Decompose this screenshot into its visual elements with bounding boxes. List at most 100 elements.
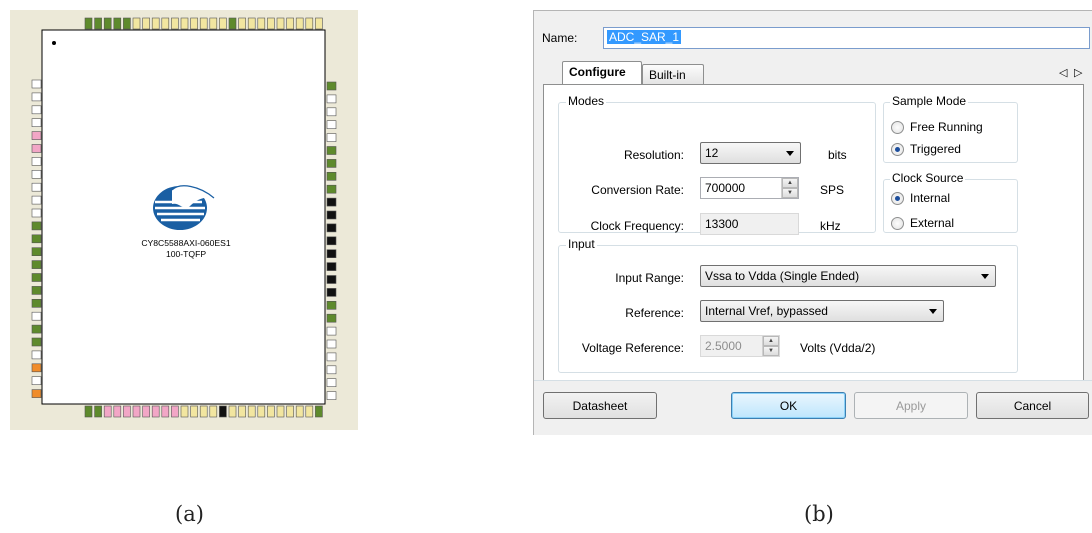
- pin1-marker: [52, 41, 56, 45]
- pin: [113, 405, 122, 418]
- pin: [228, 405, 237, 418]
- input-range-value: Vssa to Vdda (Single Ended): [705, 269, 860, 283]
- pin: [31, 170, 42, 179]
- pin: [247, 405, 256, 418]
- clock-frequency-value: 13300: [705, 217, 739, 231]
- pin: [326, 223, 337, 233]
- pin: [295, 405, 304, 418]
- pin: [31, 389, 42, 398]
- resolution-unit: bits: [828, 148, 847, 162]
- reference-label: Reference:: [625, 306, 684, 320]
- resolution-select[interactable]: 12: [700, 142, 801, 164]
- pin: [326, 184, 337, 194]
- radio-triggered[interactable]: [891, 143, 904, 156]
- pin: [161, 405, 170, 418]
- cancel-button[interactable]: Cancel: [976, 392, 1089, 419]
- input-range-select[interactable]: Vssa to Vdda (Single Ended): [700, 265, 996, 287]
- pin: [31, 286, 42, 295]
- pin: [326, 275, 337, 284]
- pin: [199, 17, 208, 30]
- pin: [326, 172, 337, 181]
- free-running-label[interactable]: Free Running: [910, 120, 983, 134]
- pin: [315, 405, 323, 418]
- modes-group-title: Modes: [566, 94, 607, 108]
- pin: [286, 17, 294, 30]
- input-group-title: Input: [566, 237, 597, 251]
- triggered-label[interactable]: Triggered: [910, 142, 961, 156]
- name-input-text: ADC_SAR_1: [607, 30, 682, 44]
- radio-external[interactable]: [891, 217, 904, 230]
- tab-configure[interactable]: Configure: [562, 61, 642, 85]
- pin: [238, 405, 246, 418]
- internal-label[interactable]: Internal: [910, 191, 950, 205]
- name-input[interactable]: ADC_SAR_1: [603, 27, 1090, 49]
- sample-mode-title: Sample Mode: [890, 94, 969, 108]
- pin: [31, 182, 42, 192]
- voltage-reference-input: 2.5000 ▲ ▼: [700, 335, 780, 357]
- apply-button[interactable]: Apply: [854, 392, 968, 419]
- reference-select[interactable]: Internal Vref, bypassed: [700, 300, 944, 322]
- pin: [326, 391, 337, 400]
- pin: [31, 195, 42, 205]
- pin: [326, 94, 337, 104]
- spin-down-icon[interactable]: ▼: [782, 188, 798, 198]
- pin: [103, 405, 112, 418]
- pin: [295, 17, 304, 30]
- pin: [31, 92, 42, 102]
- pin: [326, 210, 337, 220]
- pin: [326, 365, 337, 375]
- datasheet-button[interactable]: Datasheet: [543, 392, 657, 419]
- pin: [228, 17, 237, 30]
- pin: [267, 405, 275, 418]
- pin: [305, 17, 314, 30]
- tab-scroll-left-icon[interactable]: ◁: [1059, 66, 1067, 79]
- pin: [209, 17, 218, 30]
- button-bar-separator: [534, 380, 1092, 381]
- pin: [84, 17, 93, 30]
- spin-up-icon[interactable]: ▲: [782, 178, 798, 188]
- pin: [326, 197, 337, 207]
- clock-frequency-label: Clock Frequency:: [590, 219, 684, 233]
- voltage-reference-spinner: ▲ ▼: [762, 336, 779, 356]
- conversion-rate-input[interactable]: 700000 ▲ ▼: [700, 177, 799, 199]
- pin: [123, 17, 131, 30]
- tab-configure-label: Configure: [569, 65, 626, 79]
- pin: [171, 17, 179, 30]
- tab-built-in[interactable]: Built-in: [642, 64, 704, 85]
- name-label: Name:: [542, 31, 578, 45]
- pin: [94, 17, 102, 30]
- pin: [190, 405, 198, 418]
- pin: [31, 273, 42, 282]
- pin: [31, 363, 42, 373]
- pin: [326, 326, 337, 336]
- pin: [31, 311, 42, 321]
- pin: [326, 352, 337, 362]
- pin: [326, 288, 337, 297]
- adc-config-dialog: Name: ADC_SAR_1 Configure Built-in ◁ ▷ M…: [533, 10, 1092, 435]
- pin: [326, 120, 337, 129]
- external-label[interactable]: External: [910, 216, 954, 230]
- voltage-reference-value: 2.5000: [705, 339, 742, 353]
- ok-button[interactable]: OK: [731, 392, 846, 419]
- spin-up-icon: ▲: [763, 336, 779, 346]
- pin: [326, 300, 337, 310]
- voltage-reference-unit: Volts (Vdda/2): [800, 341, 876, 355]
- pin: [31, 221, 42, 231]
- pin: [103, 17, 112, 30]
- conversion-rate-unit: SPS: [820, 183, 845, 197]
- radio-free-running[interactable]: [891, 121, 904, 134]
- input-range-label: Input Range:: [615, 271, 684, 285]
- pin: [315, 17, 323, 30]
- pin: [326, 133, 337, 142]
- pin: [31, 118, 42, 127]
- conversion-rate-spinner[interactable]: ▲ ▼: [781, 178, 798, 198]
- pin: [31, 247, 42, 256]
- resolution-value: 12: [705, 146, 719, 160]
- pin: [257, 17, 266, 30]
- tab-scroll-right-icon[interactable]: ▷: [1074, 66, 1082, 79]
- caption-a: (a): [175, 502, 204, 526]
- pin: [31, 376, 42, 386]
- radio-internal[interactable]: [891, 192, 904, 205]
- pin: [171, 405, 179, 418]
- pin: [31, 105, 42, 115]
